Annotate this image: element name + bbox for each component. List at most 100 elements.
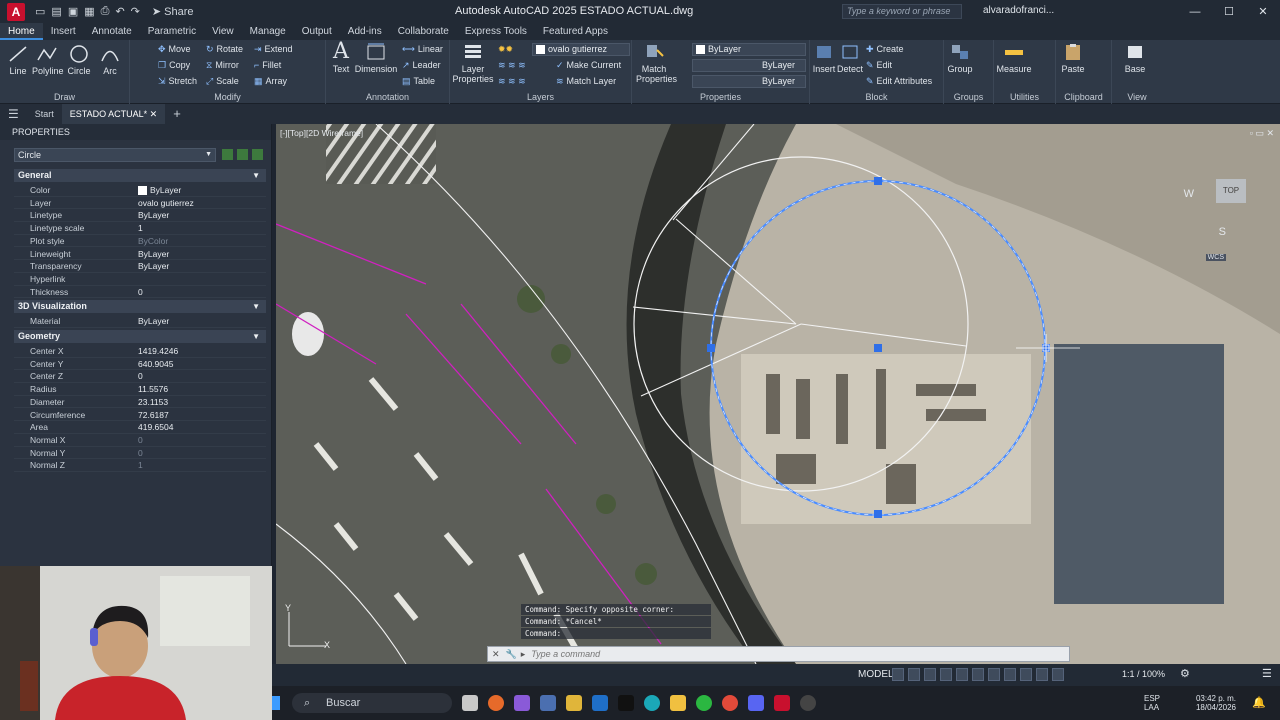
quick-select-icon[interactable] <box>252 149 263 160</box>
object-snap-tracking-icon[interactable] <box>972 668 984 681</box>
stretch-button[interactable]: ⇲ Stretch <box>158 76 197 87</box>
layer-dropdown[interactable]: ovalo gutierrez <box>532 43 630 56</box>
section-header[interactable]: 3D Visualization ▼ <box>14 300 266 314</box>
property-row[interactable]: Circumference 72.6187 <box>14 409 266 422</box>
property-row[interactable]: Layer ovalo gutierrez <box>14 197 266 210</box>
whatsapp-icon[interactable] <box>696 695 712 711</box>
collapse-icon[interactable]: ▼ <box>252 330 260 343</box>
maximize-icon[interactable]: ☐ <box>1212 0 1246 23</box>
copy-button[interactable]: ❐ Copy <box>158 60 190 71</box>
close-tab-icon[interactable]: ✕ <box>150 109 158 119</box>
text-button[interactable]: A Text <box>330 41 352 75</box>
tab-home[interactable]: Home <box>0 23 43 40</box>
obs-icon[interactable] <box>800 695 816 711</box>
app-menu-icon[interactable]: ☰ <box>0 104 27 124</box>
polar-icon[interactable] <box>940 668 952 681</box>
property-value[interactable]: 23.1153 <box>138 396 168 409</box>
tiktok-icon[interactable] <box>618 695 634 711</box>
outlook-icon[interactable] <box>592 695 608 711</box>
rotate-button[interactable]: ↻ Rotate <box>206 44 243 55</box>
drawing-canvas[interactable]: Y X <box>276 124 1280 664</box>
close-icon[interactable]: ✕ <box>1246 0 1280 23</box>
annotation-scale[interactable]: 1:1 / 100% <box>1122 669 1165 679</box>
property-row[interactable]: Diameter 23.1153 <box>14 396 266 409</box>
property-row[interactable]: Area 419.6504 <box>14 421 266 434</box>
leader-button[interactable]: ↗ Leader <box>402 60 441 71</box>
tab-collaborate[interactable]: Collaborate <box>390 23 457 40</box>
collapse-icon[interactable]: ▼ <box>252 169 260 182</box>
property-row[interactable]: Plot style ByColor <box>14 235 266 248</box>
lineweight-icon[interactable] <box>1004 668 1016 681</box>
firefox-icon[interactable] <box>488 695 504 711</box>
property-row[interactable]: Normal X 0 <box>14 434 266 447</box>
arc-button[interactable]: Arc <box>98 44 122 76</box>
save-icon[interactable]: ▣ <box>68 5 78 18</box>
property-value[interactable]: ByLayer <box>150 185 181 195</box>
autocad-logo[interactable]: A <box>7 2 25 21</box>
mirror-button[interactable]: ⧖ Mirror <box>206 60 239 71</box>
start-button-icon[interactable] <box>272 696 280 710</box>
tab-output[interactable]: Output <box>294 23 340 40</box>
discord-icon[interactable] <box>748 695 764 711</box>
edge-icon[interactable] <box>644 695 660 711</box>
property-value[interactable]: 11.5576 <box>138 383 168 396</box>
new-file-icon[interactable]: ▭ <box>35 5 45 18</box>
property-row[interactable]: Radius 11.5576 <box>14 383 266 396</box>
create-block-button[interactable]: ✚ Create <box>866 44 904 55</box>
tab-manage[interactable]: Manage <box>242 23 294 40</box>
select-objects-icon[interactable] <box>237 149 248 160</box>
redo-icon[interactable]: ↷ <box>131 5 140 18</box>
group-button[interactable]: Group <box>946 42 974 74</box>
circle-button[interactable]: Circle <box>66 44 92 76</box>
property-row[interactable]: Normal Z 1 <box>14 459 266 472</box>
toggle-pickadd-icon[interactable] <box>222 149 233 160</box>
base-view-button[interactable]: Base <box>1122 42 1148 74</box>
layer-tools-row2[interactable]: ≋ ≋ ≋ <box>498 76 529 87</box>
edit-block-button[interactable]: ✎ Edit <box>866 60 892 71</box>
grid-icon[interactable] <box>892 668 904 681</box>
color-dropdown[interactable]: ByLayer <box>692 43 806 56</box>
system-clock[interactable]: 03:42 p. m. 18/04/2026 <box>1196 694 1236 712</box>
insert-button[interactable]: Insert <box>812 42 836 74</box>
edit-attributes-button[interactable]: ✎ Edit Attributes <box>866 76 932 87</box>
customize-command-icon[interactable]: 🔧 <box>506 649 517 660</box>
property-value[interactable]: 1 <box>138 459 143 472</box>
annotation-monitor-icon[interactable] <box>1052 668 1064 681</box>
drawing-viewport[interactable]: Y X [-][Top][2D Wireframe] ▫ ▭ ✕ TOP W S… <box>276 124 1280 664</box>
file-tab-active[interactable]: ESTADO ACTUAL* ✕ <box>61 104 166 124</box>
section-header[interactable]: Geometry ▼ <box>14 330 266 343</box>
customization-menu-icon[interactable]: ☰ <box>1262 667 1272 680</box>
section-header[interactable]: General ▼ <box>14 169 266 182</box>
linear-button[interactable]: ⟷ Linear <box>402 44 443 55</box>
fillet-button[interactable]: ⌐ Fillet <box>254 60 281 70</box>
paste-button[interactable]: Paste <box>1060 42 1086 74</box>
detect-button[interactable]: Detect <box>836 42 864 74</box>
property-value[interactable]: ByLayer <box>138 315 169 328</box>
property-value[interactable]: 419.6504 <box>138 421 173 434</box>
property-value[interactable]: 640.9045 <box>138 358 173 371</box>
input-language[interactable]: ESP LAA <box>1144 694 1160 712</box>
table-button[interactable]: ▤ Table <box>402 76 435 87</box>
tab-express-tools[interactable]: Express Tools <box>457 23 535 40</box>
property-value[interactable]: 0 <box>138 286 143 299</box>
file-tab-start[interactable]: Start <box>27 104 62 124</box>
close-command-icon[interactable]: ✕ <box>492 649 500 660</box>
array-button[interactable]: ▦ Array <box>254 76 287 87</box>
task-view-icon[interactable] <box>462 695 478 711</box>
tab-add-ins[interactable]: Add-ins <box>340 23 390 40</box>
tab-annotate[interactable]: Annotate <box>84 23 140 40</box>
transparency-icon[interactable] <box>1020 668 1032 681</box>
property-row[interactable]: Color ByLayer <box>14 184 266 197</box>
linetype-dropdown[interactable]: ByLayer <box>692 59 806 72</box>
ortho-icon[interactable] <box>924 668 936 681</box>
autocad-taskbar-icon[interactable] <box>774 695 790 711</box>
match-properties-button[interactable]: Match Properties <box>636 42 677 84</box>
property-value[interactable]: ByLayer <box>138 260 169 273</box>
wcs-label[interactable]: WCS <box>1205 254 1226 261</box>
viewport-controls-label[interactable]: [-][Top][2D Wireframe] <box>280 128 363 138</box>
property-value[interactable]: ByLayer <box>138 248 169 261</box>
measure-button[interactable]: Measure <box>996 42 1032 74</box>
make-current-button[interactable]: ✓ Make Current <box>556 60 621 71</box>
property-row[interactable]: Lineweight ByLayer <box>14 248 266 261</box>
help-search-input[interactable]: Type a keyword or phrase <box>842 4 962 19</box>
